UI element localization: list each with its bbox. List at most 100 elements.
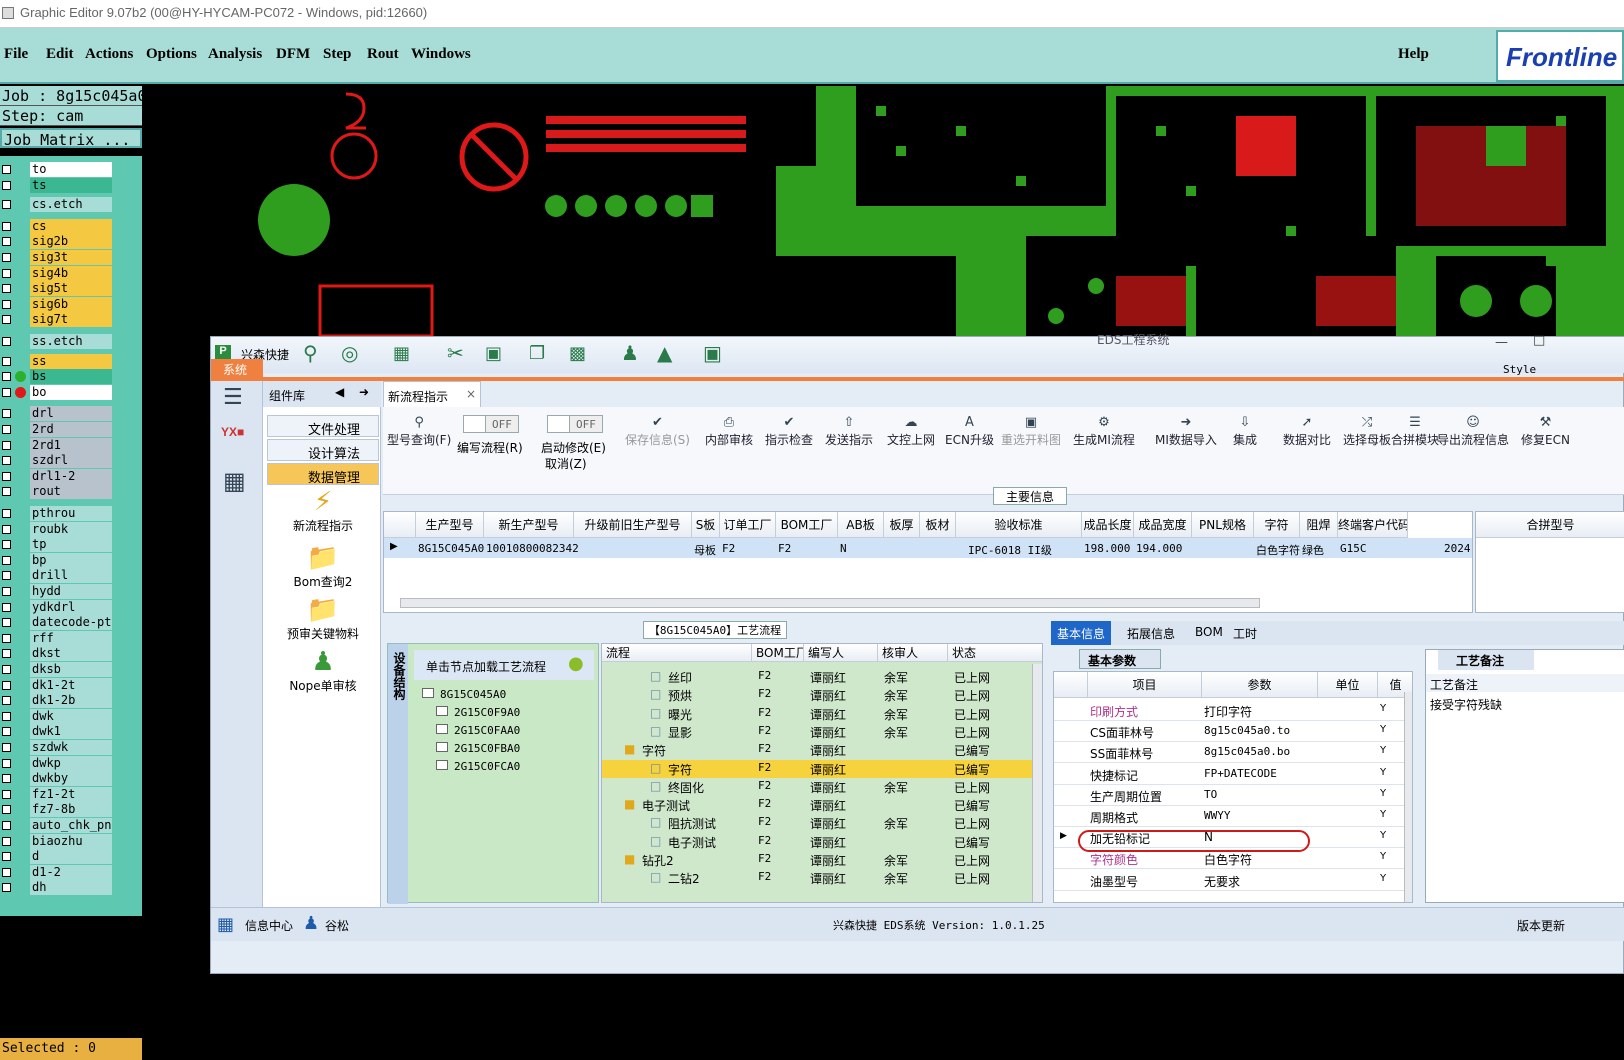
layer-row-d1-2[interactable]: d1-2 <box>0 864 142 880</box>
mi-data-import-button[interactable]: ➜ MI数据导入 <box>1155 415 1217 448</box>
menu-analysis[interactable]: Analysis <box>208 46 262 63</box>
layer-row-pthrou[interactable]: pthrou <box>0 506 142 521</box>
flow-row[interactable]: ■ 电子测试 F2 谭丽红 已编写 <box>602 796 1042 814</box>
layer-checkbox[interactable] <box>2 696 11 706</box>
layer-checkbox[interactable] <box>2 867 11 877</box>
grid-cell[interactable]: 198.000 <box>1084 542 1130 555</box>
grid-header[interactable]: S板 <box>692 512 720 538</box>
flow-row[interactable]: ■ 钻孔2 F2 谭丽红 余军 已上网 <box>602 851 1042 869</box>
layer-row-rout[interactable]: rout <box>0 484 142 500</box>
layer-checkbox[interactable] <box>2 337 11 346</box>
param-row[interactable]: 快捷标记 FP+DATECODE Y <box>1054 764 1412 785</box>
flow-header[interactable]: BOM工厂 <box>752 644 804 662</box>
vertical-scrollbar[interactable] <box>1404 692 1412 902</box>
menu-dfm[interactable]: DFM <box>276 46 310 63</box>
param-header[interactable]: 参数 <box>1202 672 1318 698</box>
flow-header[interactable]: 核审人 <box>878 644 948 662</box>
layer-checkbox[interactable] <box>2 299 11 309</box>
grid-header[interactable]: 板材 <box>920 512 956 538</box>
flow-row[interactable]: ■ 字符 F2 谭丽红 已编写 <box>602 741 1042 759</box>
side-design-algorithm[interactable]: 设计算法 <box>267 439 379 462</box>
maximize-icon[interactable]: □ <box>1533 333 1545 348</box>
param-row[interactable]: 印刷方式 打印字符 Y <box>1054 700 1412 721</box>
layer-checkbox[interactable] <box>2 524 11 534</box>
layer-row-tp[interactable]: tp <box>0 537 142 553</box>
layer-row-cs.etch[interactable]: cs.etch <box>0 197 142 213</box>
layer-row-biaozhu[interactable]: biaozhu <box>0 833 142 849</box>
horizontal-scrollbar[interactable] <box>400 598 1260 608</box>
layer-checkbox[interactable] <box>2 372 11 382</box>
menu-step[interactable]: Step <box>323 46 351 63</box>
layer-checkbox[interactable] <box>2 805 11 815</box>
layer-row-ydkdrl[interactable]: ydkdrl <box>0 599 142 615</box>
tree-node[interactable]: 2G15C0FCA0 <box>436 760 520 773</box>
monitor-icon[interactable]: ▣ <box>703 341 722 365</box>
cancel-label[interactable]: 取消(Z) <box>545 455 587 472</box>
flow-row[interactable]: □ 电子测试 F2 谭丽红 已编写 <box>602 833 1042 851</box>
table-icon[interactable]: ▦ <box>393 343 410 364</box>
layer-checkbox[interactable] <box>2 711 11 721</box>
doc-online-button[interactable]: ☁ 文控上网 <box>887 415 935 448</box>
layer-checkbox[interactable] <box>2 409 11 419</box>
layer-row-ss[interactable]: ss <box>0 353 142 369</box>
grid-cell[interactable]: 8G15C045A0 <box>418 542 484 555</box>
select-mother-board-button[interactable]: ⤮ 选择母板 <box>1343 415 1391 448</box>
layer-row-dh[interactable]: dh <box>0 880 142 896</box>
layer-checkbox[interactable] <box>2 387 11 397</box>
layer-row-2rd1[interactable]: 2rd1 <box>0 437 142 453</box>
flow-grid[interactable]: 流程 BOM工厂 编写人 核审人 状态 □ 丝印 F2 谭丽红 余军 已上网 □ 预烘 F2 谭丽红 余军 已上… <box>601 643 1043 903</box>
flow-row[interactable]: □ 预烘 F2 谭丽红 余军 已上网 <box>602 686 1042 704</box>
grid-header[interactable]: 验收标准 <box>956 512 1082 538</box>
calculator-icon[interactable]: ▦ <box>223 467 246 495</box>
flow-row[interactable]: □ 终固化 F2 谭丽红 余军 已上网 <box>602 778 1042 796</box>
grid-cell[interactable]: F2 <box>778 542 791 555</box>
layer-checkbox[interactable] <box>2 221 11 231</box>
side-bom-query[interactable]: 📁 Bom查询2 <box>267 543 379 590</box>
param-row[interactable]: CS面菲林号 8g15c045a0.to Y <box>1054 721 1412 743</box>
param-row[interactable]: 周期格式 WWYY Y <box>1054 806 1412 827</box>
pin-icon[interactable]: ➜ <box>359 385 369 399</box>
layer-checkbox[interactable] <box>2 284 11 294</box>
search-icon[interactable]: ⚲ <box>303 341 318 365</box>
layer-row-cs[interactable]: cs <box>0 218 142 234</box>
layer-row-bp[interactable]: bp <box>0 552 142 568</box>
send-instruction-button[interactable]: ⇧ 发送指示 <box>825 415 873 448</box>
layer-row-dkst[interactable]: dkst <box>0 646 142 662</box>
minimize-icon[interactable]: — <box>1495 335 1508 350</box>
side-file-processing[interactable]: 文件处理 <box>267 415 379 438</box>
param-row[interactable]: 生产周期位置 TO Y <box>1054 785 1412 806</box>
grid-header[interactable]: 阻焊 <box>1300 512 1338 538</box>
system-tab[interactable]: 系统 <box>211 359 263 377</box>
info-tab-3[interactable]: 工时 <box>1227 621 1263 645</box>
layer-row-bs[interactable]: bs <box>0 369 142 385</box>
film-icon[interactable]: ▣ <box>485 343 502 364</box>
ecn-upgrade-button[interactable]: A ECN升级 <box>945 415 994 448</box>
side-new-flow[interactable]: ⚡ 新流程指示 <box>267 487 379 534</box>
pcb-canvas[interactable] <box>256 86 1624 336</box>
info-tab-1[interactable]: 拓展信息 <box>1121 621 1181 645</box>
close-icon[interactable]: × <box>466 387 476 401</box>
layer-checkbox[interactable] <box>2 200 11 210</box>
layer-row-sig2b[interactable]: sig2b <box>0 234 142 250</box>
layer-checkbox[interactable] <box>2 821 11 830</box>
layer-row-dwk1[interactable]: dwk1 <box>0 724 142 740</box>
chart-icon[interactable]: ▲ <box>657 341 672 365</box>
layer-checkbox[interactable] <box>2 602 11 612</box>
layer-row-dksb[interactable]: dksb <box>0 662 142 677</box>
info-tab-0[interactable]: 基本信息 <box>1051 621 1112 645</box>
layer-checkbox[interactable] <box>2 268 11 278</box>
layer-checkbox[interactable] <box>2 587 11 596</box>
scissors-icon[interactable]: ✂ <box>447 341 464 365</box>
layer-checkbox[interactable] <box>2 633 11 643</box>
generate-mi-flow-button[interactable]: ⚙ 生成MI流程 <box>1073 415 1135 448</box>
info-tab-2[interactable]: BOM <box>1189 621 1229 645</box>
layer-row-fz7-8b[interactable]: fz7-8b <box>0 802 142 818</box>
grid-header[interactable]: AB板 <box>838 512 884 538</box>
layer-checkbox[interactable] <box>2 665 11 674</box>
side-prereview-material[interactable]: 📁 预审关键物料 <box>267 595 379 642</box>
reselect-cut-map-button[interactable]: ▣ 重选开料图 <box>1001 415 1061 448</box>
grid-header[interactable]: 字符 <box>1254 512 1300 538</box>
layer-row-bo[interactable]: bo <box>0 384 142 400</box>
grid-header[interactable]: 终端客户代码 <box>1338 512 1408 538</box>
menu-windows[interactable]: Windows <box>411 46 471 63</box>
